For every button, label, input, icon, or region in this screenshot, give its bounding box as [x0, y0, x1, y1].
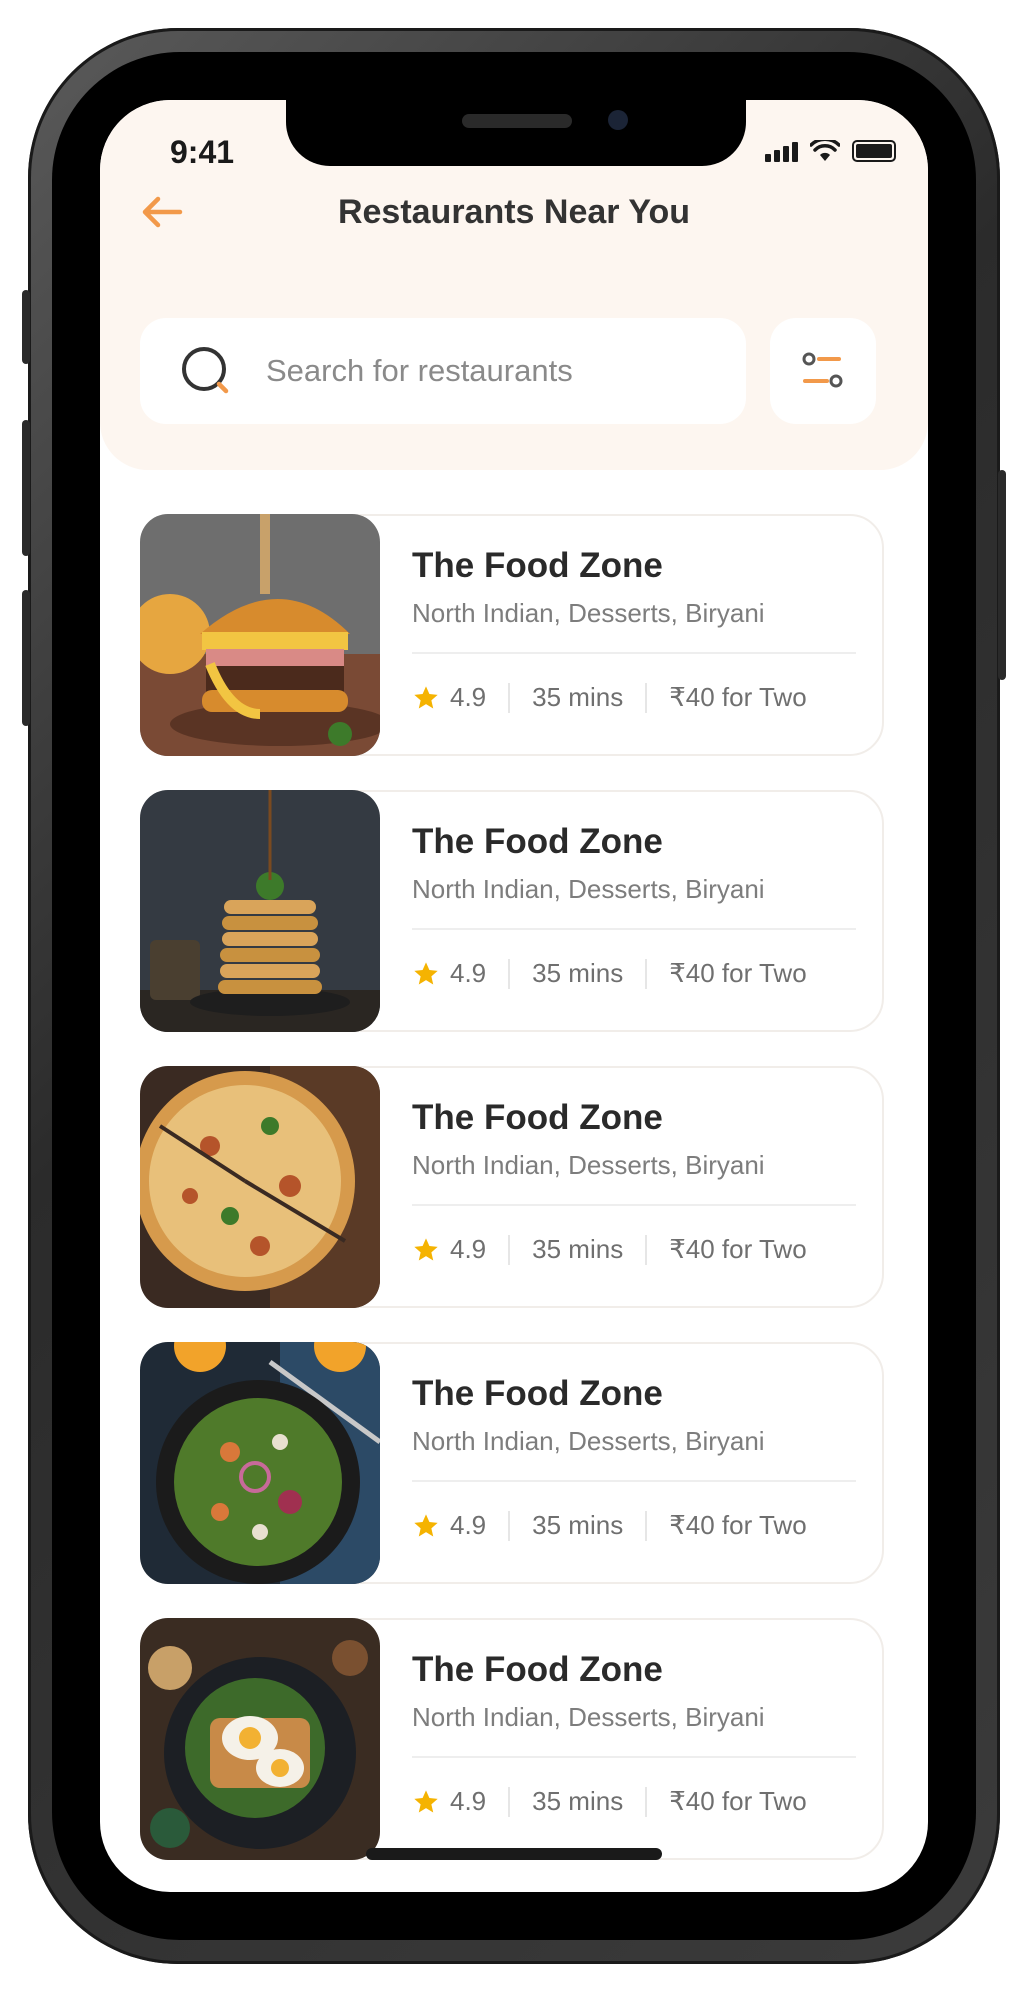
restaurant-cuisine: North Indian, Desserts, Biryani [412, 1426, 765, 1456]
meta-separator [645, 958, 648, 989]
star-icon [414, 1237, 438, 1260]
star-icon [414, 961, 438, 984]
restaurant-meta: 4.9 35 mins ₹40 for Two [412, 682, 807, 713]
restaurant-list: The Food Zone North Indian, Desserts, Bi… [140, 514, 884, 1892]
delivery-time-text: 35 mins [532, 958, 624, 988]
restaurant-name: The Food Zone [412, 822, 663, 861]
restaurant-name: The Food Zone [412, 1650, 663, 1689]
card-divider [412, 1756, 856, 1758]
card-divider [412, 652, 856, 654]
speaker-grille [462, 114, 572, 128]
side-button-volume-down [22, 590, 30, 726]
restaurant-meta: 4.9 35 mins ₹40 for Two [412, 1234, 807, 1265]
restaurant-meta: 4.9 35 mins ₹40 for Two [412, 1786, 807, 1817]
restaurant-image-salad [140, 1342, 380, 1584]
restaurant-card[interactable]: The Food Zone North Indian, Desserts, Bi… [140, 514, 884, 756]
meta-separator [508, 1234, 511, 1265]
restaurant-card[interactable]: The Food Zone North Indian, Desserts, Bi… [140, 1342, 884, 1584]
search-input[interactable] [264, 352, 708, 390]
price-text: ₹40 for Two [669, 682, 807, 712]
restaurant-image-pizza [140, 1066, 380, 1308]
meta-separator [508, 1786, 511, 1817]
star-icon [414, 1513, 438, 1536]
rating-text: 4.9 [450, 1510, 487, 1540]
star-icon [414, 1789, 438, 1812]
restaurant-card[interactable]: The Food Zone North Indian, Desserts, Bi… [140, 1066, 884, 1308]
meta-separator [508, 958, 511, 989]
restaurant-image-burger [140, 514, 380, 756]
notch [286, 100, 746, 166]
status-time: 9:41 [170, 134, 235, 170]
rating-text: 4.9 [450, 1234, 487, 1264]
restaurant-cuisine: North Indian, Desserts, Biryani [412, 598, 765, 628]
app-screen: 9:41 Restaurants Near You Search for res… [100, 100, 928, 1892]
price-text: ₹40 for Two [669, 1786, 807, 1816]
filter-button[interactable] [770, 318, 876, 424]
restaurant-cuisine: North Indian, Desserts, Biryani [412, 1150, 765, 1180]
wifi-icon [810, 140, 840, 161]
rating-text: 4.9 [450, 958, 487, 988]
restaurant-name: The Food Zone [412, 546, 663, 585]
side-button-volume-up [22, 420, 30, 556]
star-icon [414, 685, 438, 708]
restaurant-card[interactable]: The Food Zone North Indian, Desserts, Bi… [140, 790, 884, 1032]
delivery-time-text: 35 mins [532, 682, 624, 712]
delivery-time-text: 35 mins [532, 1234, 624, 1264]
restaurant-cuisine: North Indian, Desserts, Biryani [412, 1702, 765, 1732]
card-divider [412, 928, 856, 930]
price-text: ₹40 for Two [669, 1234, 807, 1264]
signal-icon [765, 142, 798, 162]
front-camera [608, 110, 628, 130]
meta-separator [508, 682, 511, 713]
filter-icon [802, 352, 843, 388]
card-divider [412, 1204, 856, 1206]
search-bar[interactable] [140, 318, 746, 424]
side-button-mute [22, 290, 30, 364]
restaurant-image-pancakes [140, 790, 380, 1032]
search-icon [178, 343, 234, 399]
meta-separator [645, 1786, 648, 1817]
delivery-time-text: 35 mins [532, 1786, 624, 1816]
battery-icon [852, 140, 896, 162]
side-button-power [998, 470, 1006, 680]
restaurant-name: The Food Zone [412, 1374, 663, 1413]
status-icons [765, 140, 896, 162]
price-text: ₹40 for Two [669, 1510, 807, 1540]
rating-text: 4.9 [450, 682, 487, 712]
delivery-time-text: 35 mins [532, 1510, 624, 1540]
meta-separator [508, 1510, 511, 1541]
price-text: ₹40 for Two [669, 958, 807, 988]
restaurant-cuisine: North Indian, Desserts, Biryani [412, 874, 765, 904]
rating-text: 4.9 [450, 1786, 487, 1816]
restaurant-meta: 4.9 35 mins ₹40 for Two [412, 958, 807, 989]
restaurant-image-egg-toast [140, 1618, 380, 1860]
meta-separator [645, 1510, 648, 1541]
restaurant-card[interactable]: The Food Zone North Indian, Desserts, Bi… [140, 1618, 884, 1860]
restaurant-name: The Food Zone [412, 1098, 663, 1137]
restaurant-meta: 4.9 35 mins ₹40 for Two [412, 1510, 807, 1541]
meta-separator [645, 1234, 648, 1265]
meta-separator [645, 682, 648, 713]
page-title: Restaurants Near You [337, 193, 691, 231]
card-divider [412, 1480, 856, 1482]
home-indicator[interactable] [366, 1848, 662, 1860]
